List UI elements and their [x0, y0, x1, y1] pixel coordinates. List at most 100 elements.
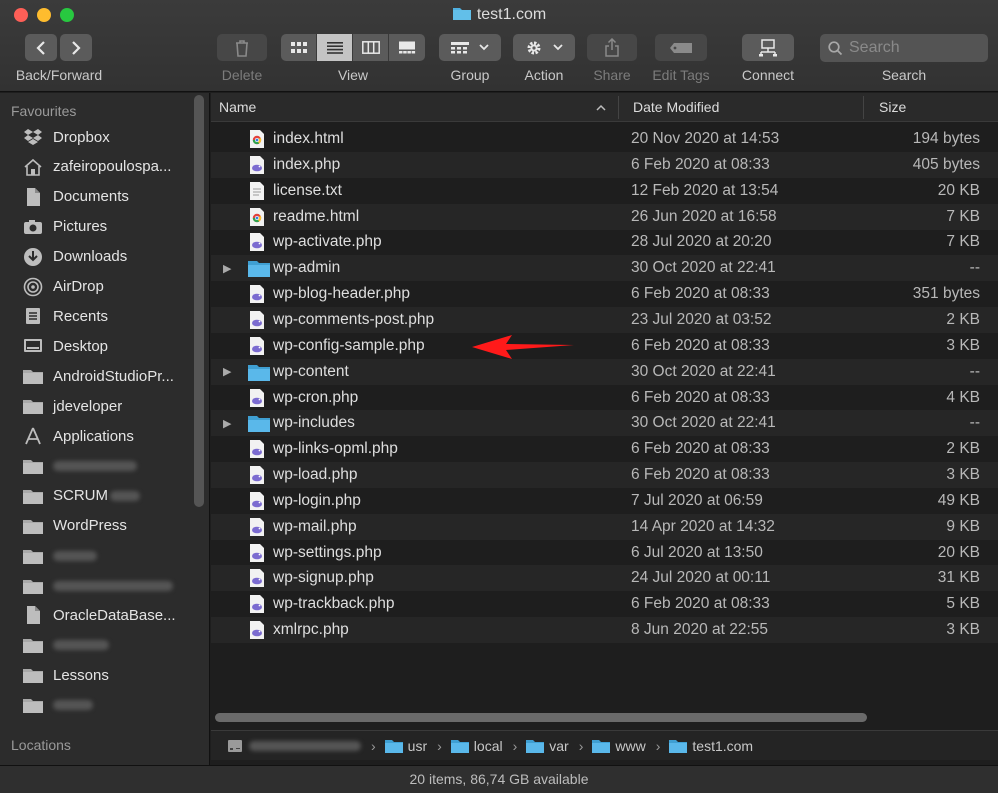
- date-modified-column-header[interactable]: Date Modified: [633, 99, 719, 115]
- applications-icon: [22, 425, 44, 447]
- php-file-icon: [247, 543, 267, 563]
- folder-icon: [22, 395, 44, 417]
- file-row[interactable]: wp-trackback.php 6 Feb 2020 at 08:33 5 KB: [211, 591, 998, 617]
- path-separator-icon: ›: [578, 737, 584, 754]
- file-name: wp-links-opml.php: [273, 440, 398, 458]
- file-row[interactable]: xmlrpc.php 8 Jun 2020 at 22:55 3 KB: [211, 617, 998, 644]
- group-button[interactable]: [439, 34, 501, 61]
- search-field[interactable]: [820, 34, 988, 62]
- icon-view-button[interactable]: [281, 34, 317, 61]
- file-row[interactable]: wp-activate.php 28 Jul 2020 at 20:20 7 KB: [211, 229, 998, 255]
- sidebar-item[interactable]: AndroidStudioPr...: [22, 363, 192, 389]
- sidebar-item[interactable]: zafeiropoulospa...: [22, 154, 192, 180]
- file-name: index.html: [273, 130, 344, 147]
- gear-icon: [527, 41, 541, 54]
- sidebar-item[interactable]: [22, 692, 192, 718]
- search-label: Search: [881, 67, 927, 83]
- share-button[interactable]: [587, 34, 637, 61]
- sidebar-scrollbar[interactable]: [194, 95, 204, 507]
- name-column-header[interactable]: Name: [219, 99, 256, 115]
- path-crumb[interactable]: www: [591, 738, 646, 754]
- back-forward-label: Back/Forward: [15, 67, 103, 83]
- file-date-modified: 7 Jul 2020 at 06:59: [631, 491, 763, 509]
- sidebar-item[interactable]: Recents: [22, 303, 192, 329]
- file-row[interactable]: wp-config-sample.php 6 Feb 2020 at 08:33 3…: [211, 333, 998, 359]
- sidebar-item[interactable]: Pictures: [22, 214, 192, 240]
- sidebar-item[interactable]: [22, 543, 192, 569]
- search-input[interactable]: [849, 39, 979, 57]
- file-row[interactable]: index.php 6 Feb 2020 at 08:33 405 bytes: [211, 151, 998, 178]
- folder-icon: [22, 485, 44, 507]
- php-file-icon: [247, 336, 267, 356]
- file-row[interactable]: wp-settings.php 6 Jul 2020 at 13:50 20 KB: [211, 540, 998, 566]
- sidebar-item-label: Dropbox: [53, 128, 110, 146]
- chevron-down-icon: [553, 44, 563, 51]
- file-row[interactable]: wp-comments-post.php 23 Jul 2020 at 03:52…: [211, 306, 998, 333]
- sidebar-item[interactable]: Desktop: [22, 333, 192, 359]
- file-row[interactable]: ▶ wp-content 30 Oct 2020 at 22:41 --: [211, 358, 998, 385]
- sidebar-item-label: OracleDataBase...: [53, 606, 176, 624]
- list-view-button[interactable]: [317, 34, 353, 61]
- file-row[interactable]: license.txt 12 Feb 2020 at 13:54 20 KB: [211, 178, 998, 204]
- file-row[interactable]: wp-cron.php 6 Feb 2020 at 08:33 4 KB: [211, 385, 998, 411]
- file-date-modified: 6 Feb 2020 at 08:33: [631, 466, 770, 484]
- file-row[interactable]: ▶ wp-includes 30 Oct 2020 at 22:41 --: [211, 410, 998, 437]
- file-size: 5 KB: [946, 595, 980, 613]
- sidebar-item[interactable]: [22, 453, 192, 479]
- file-row[interactable]: wp-signup.php 24 Jul 2020 at 00:11 31 KB: [211, 565, 998, 592]
- file-row[interactable]: ▶ wp-admin 30 Oct 2020 at 22:41 --: [211, 255, 998, 282]
- sidebar-item[interactable]: Downloads: [22, 244, 192, 270]
- connect-button[interactable]: [742, 34, 794, 61]
- file-name: wp-settings.php: [273, 543, 382, 561]
- file-row[interactable]: wp-mail.php 14 Apr 2020 at 14:32 9 KB: [211, 513, 998, 540]
- sidebar-item[interactable]: WordPress: [22, 513, 192, 539]
- column-divider[interactable]: [618, 96, 619, 119]
- file-name: wp-cron.php: [273, 388, 359, 406]
- disclosure-triangle-icon[interactable]: ▶: [223, 262, 233, 275]
- file-row[interactable]: readme.html 26 Jun 2020 at 16:58 7 KB: [211, 203, 998, 230]
- file-row[interactable]: wp-load.php 6 Feb 2020 at 08:33 3 KB: [211, 462, 998, 489]
- sidebar-item[interactable]: OracleDataBase...: [22, 602, 192, 628]
- delete-label: Delete: [221, 67, 263, 83]
- forward-button[interactable]: [60, 34, 92, 61]
- file-date-modified: 14 Apr 2020 at 14:32: [631, 517, 775, 535]
- back-button[interactable]: [25, 34, 57, 61]
- sidebar-item[interactable]: [22, 573, 192, 599]
- gallery-view-button[interactable]: [389, 34, 425, 61]
- disclosure-triangle-icon[interactable]: ▶: [223, 365, 233, 378]
- php-file-icon: [247, 465, 267, 485]
- file-size: --: [969, 414, 980, 432]
- sidebar-item[interactable]: Documents: [22, 184, 192, 210]
- column-divider[interactable]: [863, 96, 864, 119]
- column-view-button[interactable]: [353, 34, 389, 61]
- path-crumb[interactable]: local: [450, 738, 503, 754]
- file-row[interactable]: index.html 20 Nov 2020 at 14:53 194 bytes: [211, 126, 998, 152]
- path-crumb[interactable]: var: [525, 738, 569, 754]
- sidebar-item[interactable]: Applications: [22, 423, 192, 449]
- path-crumb[interactable]: test1.com: [668, 738, 753, 754]
- file-row[interactable]: wp-links-opml.php 6 Feb 2020 at 08:33 2 KB: [211, 436, 998, 462]
- php-file-icon: [247, 388, 267, 408]
- disclosure-triangle-icon[interactable]: ▶: [223, 417, 233, 430]
- file-date-modified: 6 Feb 2020 at 08:33: [631, 336, 770, 354]
- delete-button[interactable]: [217, 34, 267, 61]
- horizontal-scrollbar[interactable]: [215, 713, 867, 722]
- view-mode-control: [281, 34, 425, 61]
- sidebar-item[interactable]: jdeveloper: [22, 393, 192, 419]
- path-crumb[interactable]: usr: [384, 738, 427, 754]
- path-separator-icon: ›: [512, 737, 518, 754]
- path-disk[interactable]: [227, 738, 361, 754]
- sidebar-item[interactable]: Dropbox: [22, 124, 192, 150]
- path-bar: › usr › local › var › www › test1.com: [211, 730, 998, 760]
- sidebar-item[interactable]: Lessons: [22, 662, 192, 688]
- size-column-header[interactable]: Size: [879, 99, 906, 115]
- file-row[interactable]: wp-blog-header.php 6 Feb 2020 at 08:33 351…: [211, 281, 998, 307]
- action-button[interactable]: [513, 34, 575, 61]
- file-name: wp-comments-post.php: [273, 310, 435, 328]
- sidebar-item[interactable]: [22, 632, 192, 658]
- edit-tags-button[interactable]: [655, 34, 707, 61]
- network-icon: [759, 38, 777, 56]
- sidebar-item[interactable]: SCRUM: [22, 483, 192, 509]
- sidebar-item[interactable]: AirDrop: [22, 274, 192, 300]
- file-row[interactable]: wp-login.php 7 Jul 2020 at 06:59 49 KB: [211, 488, 998, 514]
